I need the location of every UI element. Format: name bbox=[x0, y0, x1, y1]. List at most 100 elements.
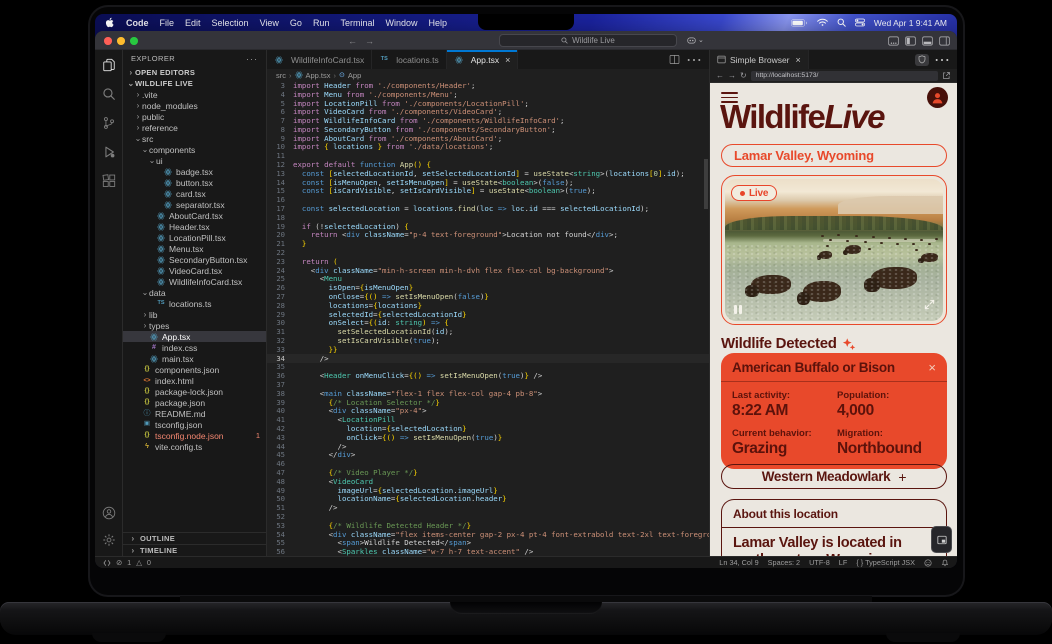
code-line[interactable]: 22 bbox=[267, 248, 709, 257]
file-app-tsx[interactable]: App.tsx bbox=[123, 331, 266, 342]
video-card[interactable]: Live bbox=[721, 175, 947, 325]
folder-reference[interactable]: ›reference bbox=[123, 122, 266, 133]
menu-item-file[interactable]: File bbox=[160, 18, 175, 28]
status-utf-8[interactable]: UTF-8 bbox=[809, 558, 830, 567]
folder-data[interactable]: ⌄data bbox=[123, 287, 266, 298]
close-icon[interactable]: × bbox=[796, 55, 801, 65]
breadcrumb-item-app[interactable]: App bbox=[348, 71, 361, 80]
code-line[interactable]: 44 /> bbox=[267, 442, 709, 451]
control-center-icon[interactable] bbox=[855, 18, 865, 27]
code-line[interactable]: 23 return ( bbox=[267, 257, 709, 266]
warnings-icon[interactable]: △ bbox=[136, 558, 142, 567]
code-line[interactable]: 30 onSelect={(id: string) => { bbox=[267, 319, 709, 328]
code-line[interactable]: 42 location={selectedLocation} bbox=[267, 424, 709, 433]
file-components-json[interactable]: {}components.json bbox=[123, 364, 266, 375]
more-actions-icon[interactable]: ⋯ bbox=[686, 50, 702, 70]
source-control-icon[interactable] bbox=[101, 115, 117, 131]
file-package-lock-json[interactable]: {}package-lock.json bbox=[123, 386, 266, 397]
toggle-panel-icon[interactable] bbox=[922, 36, 933, 46]
file-tsconfig-json[interactable]: ▣tsconfig.json bbox=[123, 419, 266, 430]
code-line[interactable]: 26 isOpen={isMenuOpen} bbox=[267, 283, 709, 292]
location-pill-button[interactable]: Lamar Valley, Wyoming bbox=[721, 144, 947, 167]
code-line[interactable]: 50 locationName={selectedLocation.header… bbox=[267, 494, 709, 503]
menu-item-run[interactable]: Run bbox=[313, 18, 330, 28]
code-line[interactable]: 15 const [isCardVisible, setIsCardVisibl… bbox=[267, 187, 709, 196]
code-line[interactable]: 48 <VideoCard bbox=[267, 477, 709, 486]
code-line[interactable]: 24 <div className="min-h-screen min-h-dv… bbox=[267, 266, 709, 275]
tab-wildlifeinfocard-tsx[interactable]: WildlifeInfoCard.tsx bbox=[267, 50, 372, 69]
toggle-secondary-sidebar-icon[interactable] bbox=[939, 36, 950, 46]
file-vite-config-ts[interactable]: ϟvite.config.ts bbox=[123, 441, 266, 452]
file-button-tsx[interactable]: button.tsx bbox=[123, 177, 266, 188]
open-external-icon[interactable] bbox=[942, 71, 951, 80]
code-line[interactable]: 40 <div className="px-4"> bbox=[267, 406, 709, 415]
code-line[interactable]: 46 bbox=[267, 459, 709, 468]
code-line[interactable]: 10import { locations } from './data/loca… bbox=[267, 143, 709, 152]
notifications-bell-icon[interactable] bbox=[941, 559, 949, 567]
browser-reload-icon[interactable]: ↻ bbox=[740, 71, 747, 80]
file-wildlifeinfocard-tsx[interactable]: WildlifeInfoCard.tsx bbox=[123, 276, 266, 287]
code-line[interactable]: 34 /> bbox=[267, 354, 709, 363]
menu-item-window[interactable]: Window bbox=[385, 18, 417, 28]
folder-ui[interactable]: ⌄ui bbox=[123, 155, 266, 166]
file-card-tsx[interactable]: card.tsx bbox=[123, 188, 266, 199]
history-forward-icon[interactable]: → bbox=[365, 36, 374, 46]
remote-indicator-icon[interactable] bbox=[103, 559, 111, 567]
status--typescript-jsx[interactable]: { } TypeScript JSX bbox=[856, 558, 915, 567]
next-species-button[interactable]: Western Meadowlark + bbox=[721, 464, 947, 489]
file-header-tsx[interactable]: Header.tsx bbox=[123, 221, 266, 232]
code-line[interactable]: 21 } bbox=[267, 239, 709, 248]
tab-app-tsx[interactable]: App.tsx× bbox=[447, 50, 519, 69]
code-line[interactable]: 27 onClose={() => setIsMenuOpen(false)} bbox=[267, 292, 709, 301]
timeline-section[interactable]: › TIMELINE bbox=[123, 544, 266, 556]
explorer-icon[interactable] bbox=[101, 57, 117, 73]
code-line[interactable]: 52 bbox=[267, 512, 709, 521]
code-line[interactable]: 54 <div className="flex items-center gap… bbox=[267, 530, 709, 539]
code-line[interactable]: 5import LocationPill from './components/… bbox=[267, 99, 709, 108]
code-line[interactable]: 47 {/* Video Player */} bbox=[267, 468, 709, 477]
file-main-tsx[interactable]: main.tsx bbox=[123, 353, 266, 364]
code-line[interactable]: 3import Header from './components/Header… bbox=[267, 81, 709, 90]
menu-item-help[interactable]: Help bbox=[428, 18, 447, 28]
file-aboutcard-tsx[interactable]: AboutCard.tsx bbox=[123, 210, 266, 221]
code-editor[interactable]: 3import Header from './components/Header… bbox=[267, 81, 709, 556]
code-line[interactable]: 36 <Header onMenuClick={() => setIsMenuO… bbox=[267, 371, 709, 380]
file-package-json[interactable]: {}package.json bbox=[123, 397, 266, 408]
browser-back-icon[interactable]: ← bbox=[716, 71, 724, 80]
history-back-icon[interactable]: ← bbox=[348, 36, 357, 46]
menu-item-view[interactable]: View bbox=[260, 18, 279, 28]
split-editor-icon[interactable] bbox=[669, 54, 680, 65]
file-menu-tsx[interactable]: Menu.tsx bbox=[123, 243, 266, 254]
file-badge-tsx[interactable]: badge.tsx bbox=[123, 166, 266, 177]
folder-open-editors[interactable]: ›OPEN EDITORS bbox=[123, 67, 266, 78]
code-line[interactable]: 32 setIsCardVisible(true); bbox=[267, 336, 709, 345]
file-secondarybutton-tsx[interactable]: SecondaryButton.tsx bbox=[123, 254, 266, 265]
code-line[interactable]: 18 bbox=[267, 213, 709, 222]
code-line[interactable]: 13 const [selectedLocationId, setSelecte… bbox=[267, 169, 709, 178]
code-line[interactable]: 16 bbox=[267, 195, 709, 204]
file-readme-md[interactable]: ⓘREADME.md bbox=[123, 408, 266, 419]
tab-locations-ts[interactable]: TSlocations.ts bbox=[372, 50, 447, 69]
breadcrumb[interactable]: src›App.tsx›⊙App bbox=[267, 69, 709, 81]
close-icon[interactable]: × bbox=[928, 361, 936, 374]
code-line[interactable]: 20 return <div className="p-4 text-foreg… bbox=[267, 231, 709, 240]
file-tsconfig-node-json[interactable]: {}tsconfig.node.json1 bbox=[123, 430, 266, 441]
folder-src[interactable]: ⌄src bbox=[123, 133, 266, 144]
code-line[interactable]: 12export default function App() { bbox=[267, 160, 709, 169]
code-line[interactable]: 41 <LocationPill bbox=[267, 415, 709, 424]
code-line[interactable]: 51 /> bbox=[267, 503, 709, 512]
fullscreen-expand-icon[interactable] bbox=[924, 297, 935, 315]
code-line[interactable]: 17 const selectedLocation = locations.fi… bbox=[267, 204, 709, 213]
warnings-count[interactable]: 0 bbox=[147, 558, 151, 567]
folder-components[interactable]: ⌄components bbox=[123, 144, 266, 155]
status-lf[interactable]: LF bbox=[839, 558, 848, 567]
code-line[interactable]: 53 {/* Wildlife Detected Header */} bbox=[267, 521, 709, 530]
status-spaces-2[interactable]: Spaces: 2 bbox=[768, 558, 800, 567]
menu-item-selection[interactable]: Selection bbox=[212, 18, 249, 28]
editor-scrollbar[interactable] bbox=[703, 81, 709, 556]
code-line[interactable]: 56 <Sparkles className="w-7 h-7 text-acc… bbox=[267, 547, 709, 556]
code-line[interactable]: 29 selectedId={selectedLocationId} bbox=[267, 310, 709, 319]
code-line[interactable]: 6import VideoCard from './components/Vid… bbox=[267, 107, 709, 116]
code-line[interactable]: 14 const [isMenuOpen, setIsMenuOpen] = u… bbox=[267, 178, 709, 187]
close-icon[interactable]: × bbox=[505, 55, 510, 65]
